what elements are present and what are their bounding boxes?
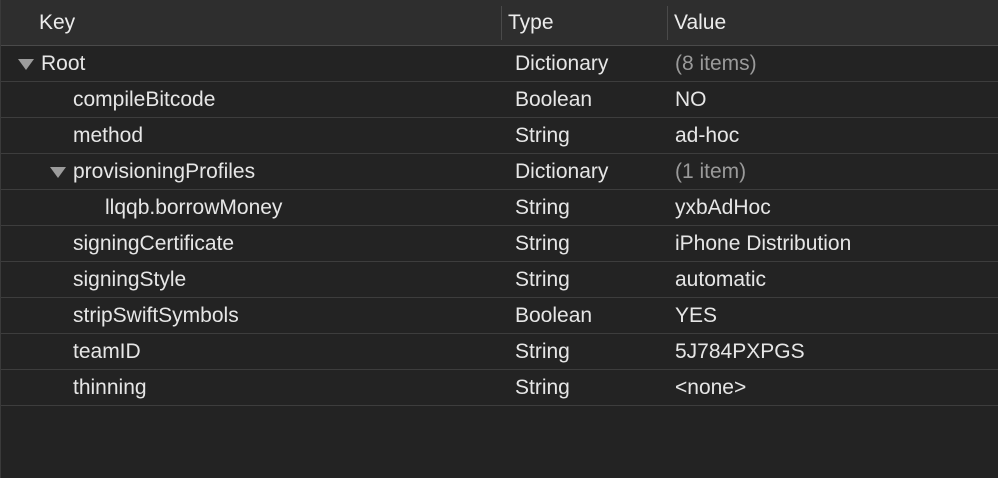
row-key[interactable]: Root xyxy=(41,46,85,81)
column-header-type[interactable]: Type xyxy=(508,0,554,45)
row-value[interactable]: 5J784PXPGS xyxy=(675,334,805,369)
row-value[interactable]: yxbAdHoc xyxy=(675,190,771,225)
column-header-bar: Key Type Value xyxy=(1,0,998,46)
column-divider[interactable] xyxy=(501,6,502,40)
row-key[interactable]: signingCertificate xyxy=(73,226,234,261)
row-type[interactable]: String xyxy=(515,190,570,225)
plist-row[interactable]: llqqb.borrowMoney String yxbAdHoc xyxy=(1,190,998,226)
row-value[interactable]: YES xyxy=(675,298,717,333)
row-type[interactable]: String xyxy=(515,118,570,153)
plist-rows: Root Dictionary (8 items) compileBitcode… xyxy=(1,46,998,406)
row-key[interactable]: method xyxy=(73,118,143,153)
row-type[interactable]: Boolean xyxy=(515,298,592,333)
plist-row[interactable]: compileBitcode Boolean NO xyxy=(1,82,998,118)
row-key[interactable]: llqqb.borrowMoney xyxy=(105,190,282,225)
row-type[interactable]: Dictionary xyxy=(515,154,608,189)
plist-row[interactable]: method String ad-hoc xyxy=(1,118,998,154)
row-type[interactable]: String xyxy=(515,262,570,297)
plist-row-root[interactable]: Root Dictionary (8 items) xyxy=(1,46,998,82)
row-key[interactable]: signingStyle xyxy=(73,262,186,297)
row-type[interactable]: Dictionary xyxy=(515,46,608,81)
row-key[interactable]: compileBitcode xyxy=(73,82,215,117)
plist-editor: Key Type Value Root Dictionary (8 items)… xyxy=(0,0,998,478)
row-value: (1 item) xyxy=(675,160,747,183)
column-header-value[interactable]: Value xyxy=(674,0,726,45)
row-value[interactable]: automatic xyxy=(675,262,766,297)
plist-row[interactable]: signingStyle String automatic xyxy=(1,262,998,298)
disclosure-triangle-expanded-icon[interactable] xyxy=(50,167,66,178)
plist-row[interactable]: stripSwiftSymbols Boolean YES xyxy=(1,298,998,334)
row-type[interactable]: String xyxy=(515,370,570,405)
plist-row[interactable]: signingCertificate String iPhone Distrib… xyxy=(1,226,998,262)
plist-row[interactable]: teamID String 5J784PXPGS xyxy=(1,334,998,370)
row-type[interactable]: String xyxy=(515,334,570,369)
row-value[interactable]: iPhone Distribution xyxy=(675,226,851,261)
row-value: (8 items) xyxy=(675,52,757,75)
row-key[interactable]: stripSwiftSymbols xyxy=(73,298,239,333)
row-type[interactable]: Boolean xyxy=(515,82,592,117)
row-key[interactable]: teamID xyxy=(73,334,141,369)
column-divider[interactable] xyxy=(667,6,668,40)
row-key[interactable]: provisioningProfiles xyxy=(73,154,255,189)
row-key[interactable]: thinning xyxy=(73,370,147,405)
row-type[interactable]: String xyxy=(515,226,570,261)
row-value[interactable]: <none> xyxy=(675,370,746,405)
column-header-key[interactable]: Key xyxy=(39,0,75,45)
row-value[interactable]: ad-hoc xyxy=(675,118,739,153)
disclosure-triangle-expanded-icon[interactable] xyxy=(18,59,34,70)
row-value[interactable]: NO xyxy=(675,82,707,117)
plist-row[interactable]: thinning String <none> xyxy=(1,370,998,406)
plist-row-provisioning-profiles[interactable]: provisioningProfiles Dictionary (1 item) xyxy=(1,154,998,190)
empty-list-area[interactable] xyxy=(1,406,998,478)
